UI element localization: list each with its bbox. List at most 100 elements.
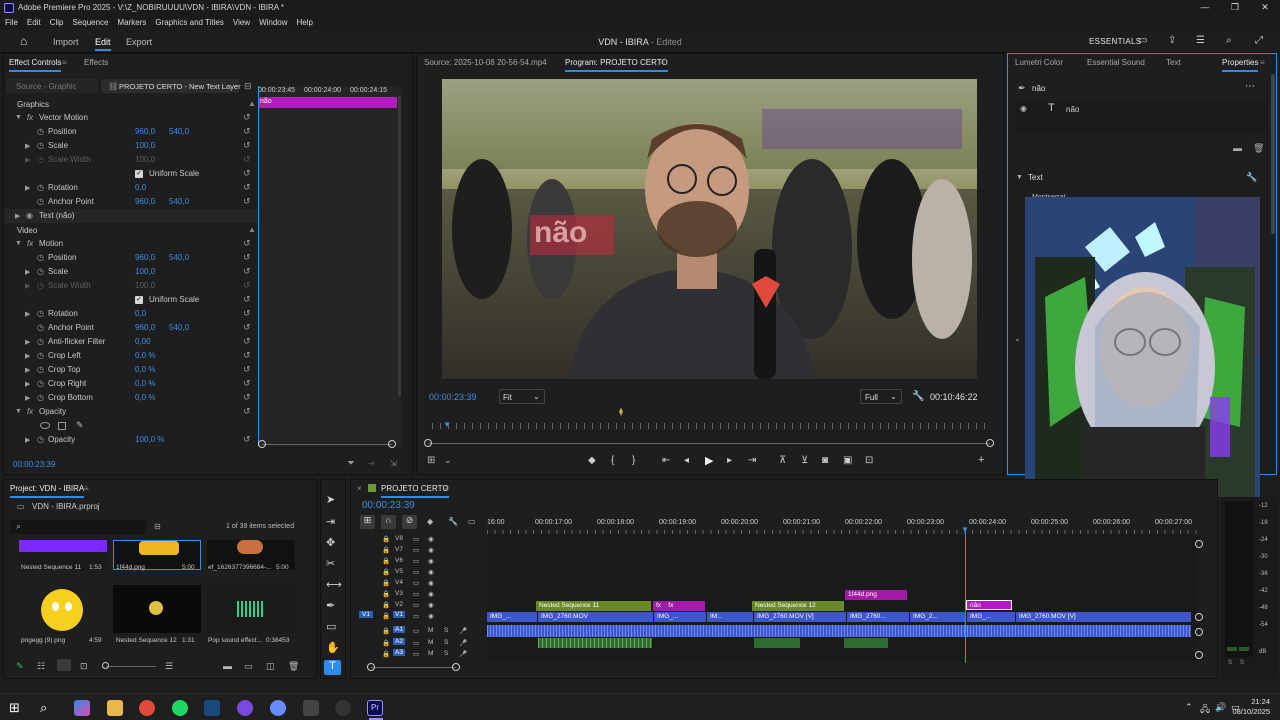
vm-anchor-x[interactable]: 960,0 bbox=[135, 197, 155, 206]
audio-clip-a2[interactable] bbox=[754, 638, 800, 648]
marker-icon[interactable]: ⧫ bbox=[619, 407, 623, 416]
spotify-icon[interactable] bbox=[172, 700, 188, 716]
automate-icon[interactable]: ▬ bbox=[223, 661, 232, 671]
lift-icon[interactable]: ⊼ bbox=[779, 455, 786, 466]
rectangle-mask-icon[interactable] bbox=[58, 422, 66, 430]
reset-icon[interactable]: ↺ bbox=[243, 406, 251, 417]
new-bin-icon[interactable]: ▭ bbox=[244, 661, 253, 672]
export-frame-icon[interactable]: ⇥ bbox=[368, 459, 375, 468]
sync-icon[interactable]: ▭ bbox=[413, 535, 419, 543]
tab-effects[interactable]: Effects bbox=[84, 58, 108, 67]
ec-clip-bar[interactable] bbox=[258, 97, 397, 108]
sync-icon[interactable]: ▭ bbox=[413, 650, 419, 658]
anti-flicker-row[interactable]: ▶ ◷ Anti-flicker Filter 0,00 ↺ bbox=[4, 335, 259, 349]
eye-icon[interactable]: ◉ bbox=[428, 612, 434, 620]
program-zoom-handle-left[interactable] bbox=[424, 439, 432, 447]
crop-left-value[interactable]: 0,0 % bbox=[135, 351, 155, 360]
reset-icon[interactable]: ↺ bbox=[243, 350, 251, 361]
scale-value[interactable]: 100,0 bbox=[135, 267, 155, 276]
tab-effect-controls[interactable]: Effect Controls bbox=[9, 58, 61, 72]
track-zoom-handle[interactable] bbox=[1195, 651, 1203, 659]
zoom-slider-handle[interactable] bbox=[102, 662, 109, 669]
lock-icon[interactable]: 🔒 bbox=[382, 590, 390, 598]
wrench-icon[interactable]: 🔧 bbox=[912, 391, 924, 402]
reset-icon[interactable]: ↺ bbox=[243, 336, 251, 347]
extract-icon[interactable]: ⊻ bbox=[801, 455, 808, 466]
clip-fx-magenta[interactable]: fx fx bbox=[653, 601, 705, 611]
lock-icon[interactable]: 🔒 bbox=[382, 535, 390, 543]
app-icon[interactable] bbox=[303, 700, 319, 716]
tab-source-monitor[interactable]: Source: 2025-10-08 20-56-54.mp4 bbox=[424, 58, 547, 67]
reset-icon[interactable]: ↺ bbox=[243, 182, 251, 193]
reset-icon[interactable]: ↺ bbox=[243, 266, 251, 277]
timeline-zoom-handle[interactable] bbox=[452, 663, 460, 671]
crop-right-value[interactable]: 0,0 % bbox=[135, 379, 155, 388]
menu-markers[interactable]: Markers bbox=[118, 18, 147, 27]
close-button[interactable]: ✕ bbox=[1250, 0, 1280, 15]
camera-icon[interactable]: ◙ bbox=[822, 455, 828, 466]
reset-icon[interactable]: ↺ bbox=[243, 168, 251, 179]
reset-icon[interactable]: ↺ bbox=[243, 252, 251, 263]
uniform-scale-row[interactable]: ✓ Uniform Scale ↺ bbox=[4, 293, 259, 307]
search-icon[interactable]: ⌕ bbox=[1226, 35, 1232, 46]
file-explorer-icon[interactable] bbox=[107, 700, 123, 716]
tab-project[interactable]: Project: VDN - IBIRA bbox=[10, 484, 84, 498]
comparison-view-icon[interactable]: ▣ bbox=[843, 455, 852, 466]
opacity-value[interactable]: 100,0 % bbox=[135, 435, 164, 444]
settings-icon[interactable]: ⊞ bbox=[427, 455, 435, 466]
app-icon[interactable] bbox=[237, 700, 253, 716]
sync-icon[interactable]: ▭ bbox=[413, 627, 419, 635]
sort-icon[interactable]: ☰ bbox=[165, 661, 173, 672]
list-view-icon[interactable]: ☷ bbox=[37, 661, 45, 672]
eye-icon[interactable]: ◉ bbox=[1020, 104, 1027, 113]
icon-view-button[interactable] bbox=[57, 659, 71, 671]
crop-bottom-row[interactable]: ▶ ◷ Crop Bottom 0,0 % ↺ bbox=[4, 391, 259, 405]
menu-clip[interactable]: Clip bbox=[50, 18, 64, 27]
filter-icon[interactable]: ⏷ bbox=[347, 458, 355, 469]
crop-top-row[interactable]: ▶ ◷ Crop Top 0,0 % ↺ bbox=[4, 363, 259, 377]
anti-flicker-value[interactable]: 0,00 bbox=[135, 337, 151, 346]
crop-right-row[interactable]: ▶ ◷ Crop Right 0,0 % ↺ bbox=[4, 377, 259, 391]
captions-icon[interactable]: ▭ bbox=[468, 517, 476, 526]
mark-out-icon[interactable]: } bbox=[632, 455, 635, 466]
ec-zoom-bar[interactable] bbox=[262, 444, 392, 445]
bin-icon[interactable]: ⊟ bbox=[154, 522, 161, 531]
program-zoom-bar[interactable] bbox=[428, 443, 990, 444]
reset-icon[interactable]: ↺ bbox=[243, 112, 251, 123]
add-marker-icon[interactable]: ◆ bbox=[427, 517, 433, 526]
trash-icon[interactable]: 🗑 bbox=[288, 661, 299, 672]
reset-icon[interactable]: ↺ bbox=[243, 434, 251, 445]
uniform-scale-checkbox[interactable]: ✓ bbox=[135, 296, 143, 304]
track-select-tool-icon[interactable]: ⇥ bbox=[326, 515, 335, 528]
app-icon[interactable] bbox=[270, 700, 286, 716]
program-playhead[interactable]: ▼ bbox=[443, 420, 451, 429]
collapse-up-icon[interactable]: ▲ bbox=[248, 99, 256, 108]
go-to-out-icon[interactable]: ⇥ bbox=[748, 455, 756, 466]
text-layer-name[interactable]: não bbox=[1066, 105, 1079, 114]
program-zoom-handle-right[interactable] bbox=[986, 439, 994, 447]
audio-clip-a1[interactable] bbox=[487, 625, 1191, 637]
clip-nao-selected[interactable]: não bbox=[966, 600, 1012, 610]
chevron-down-icon[interactable]: ⌄ bbox=[1014, 334, 1021, 343]
crop-top-value[interactable]: 0,0 % bbox=[135, 365, 155, 374]
go-to-in-icon[interactable]: ⇤ bbox=[662, 455, 670, 466]
menu-window[interactable]: Window bbox=[259, 18, 287, 27]
reset-icon[interactable]: ↺ bbox=[243, 294, 251, 305]
vm-anchor-y[interactable]: 540,0 bbox=[169, 197, 189, 206]
vm-position-x[interactable]: 960,0 bbox=[135, 127, 155, 136]
panel-menu-icon[interactable]: ≡ bbox=[62, 58, 67, 67]
clip-v1[interactable]: IMG_2... bbox=[910, 612, 966, 622]
anchor-x[interactable]: 960,0 bbox=[135, 323, 155, 332]
tab-text[interactable]: Text bbox=[1166, 58, 1181, 67]
windows-start-icon[interactable]: ⊞ bbox=[9, 700, 25, 716]
vm-scale-row[interactable]: ▶ ◷ Scale 100,0 ↺ bbox=[4, 139, 259, 153]
nest-toggle-icon[interactable]: ⊞ bbox=[360, 515, 375, 529]
selected-clip-label[interactable]: PROJETO CERTO - New Text Layer bbox=[119, 82, 241, 91]
position-x[interactable]: 960,0 bbox=[135, 253, 155, 262]
ellipse-mask-icon[interactable] bbox=[40, 422, 50, 429]
crop-left-row[interactable]: ▶ ◷ Crop Left 0,0 % ↺ bbox=[4, 349, 259, 363]
ripple-edit-tool-icon[interactable]: ✥ bbox=[326, 536, 335, 549]
slip-tool-icon[interactable]: ⟷ bbox=[326, 578, 342, 591]
solo-button[interactable]: S bbox=[444, 627, 448, 634]
minimize-button[interactable]: — bbox=[1190, 0, 1220, 15]
